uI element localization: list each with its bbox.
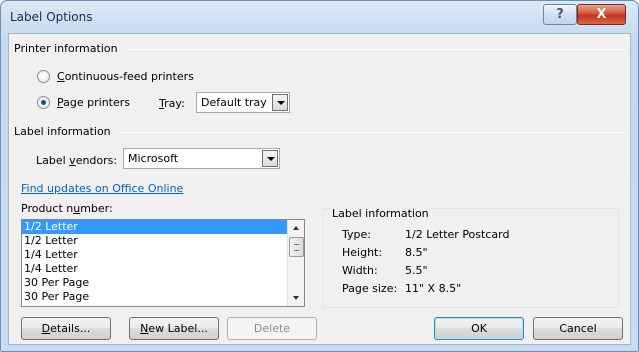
detail-value: 11" X 8.5" <box>405 282 462 295</box>
printer-information-divider <box>127 49 625 50</box>
title-bar[interactable]: Label Options ? X <box>1 1 638 31</box>
detail-key: Width: <box>342 264 378 277</box>
detail-row-height: Height: 8.5" <box>342 246 428 259</box>
printer-information-heading: Printer information <box>14 42 118 55</box>
page-printers-label: Page printers <box>57 96 130 109</box>
details-button[interactable]: Details... <box>21 317 111 340</box>
chevron-down-icon[interactable] <box>272 94 288 111</box>
list-item[interactable]: 1/2 Letter <box>22 220 287 234</box>
label-details-heading: Label information <box>330 207 431 220</box>
label-details-panel: Label information Type: 1/2 Letter Postca… <box>323 207 619 308</box>
find-updates-link[interactable]: Find updates on Office Online <box>21 182 183 195</box>
list-item[interactable]: 30 Per Page <box>22 290 287 304</box>
detail-value: 5.5" <box>405 264 428 277</box>
dialog-body: Printer information Continuous-feed prin… <box>8 33 631 345</box>
detail-key: Page size: <box>342 282 398 295</box>
dialog-title: Label Options <box>10 10 93 24</box>
tray-value: Default tray <box>201 96 267 109</box>
product-number-list[interactable]: 1/2 Letter 1/2 Letter 1/4 Letter 1/4 Let… <box>21 219 305 307</box>
label-options-dialog: Label Options ? X Printer information Co… <box>0 0 639 352</box>
scroll-up-arrow-icon[interactable] <box>289 221 304 236</box>
list-item[interactable]: 30 Per Page <box>22 276 287 290</box>
label-information-divider <box>121 132 625 133</box>
tray-label: Tray: <box>159 97 185 110</box>
list-item[interactable]: 1/4 Letter <box>22 262 287 276</box>
detail-key: Height: <box>342 246 383 259</box>
list-item[interactable]: 1/2 Letter <box>22 234 287 248</box>
detail-key: Type: <box>342 228 371 241</box>
label-vendors-label: Label vendors: <box>36 154 118 167</box>
detail-row-width: Width: 5.5" <box>342 264 428 277</box>
continuous-feed-radio-circle[interactable] <box>37 70 50 83</box>
help-button[interactable]: ? <box>543 4 577 25</box>
ok-button[interactable]: OK <box>434 317 524 340</box>
close-button[interactable]: X <box>577 4 626 25</box>
scroll-down-arrow-icon[interactable] <box>289 290 304 305</box>
chevron-down-icon[interactable] <box>262 150 278 167</box>
continuous-feed-label: Continuous-feed printers <box>57 70 194 83</box>
vertical-scrollbar[interactable] <box>287 220 304 306</box>
product-number-label: Product number: <box>21 202 113 215</box>
scrollbar-thumb[interactable] <box>289 237 304 257</box>
label-vendors-dropdown[interactable]: Microsoft <box>123 148 280 169</box>
delete-button[interactable]: Delete <box>227 317 317 340</box>
page-printers-radio-circle[interactable] <box>37 96 50 109</box>
new-label-button[interactable]: New Label... <box>129 317 219 340</box>
label-information-heading: Label information <box>14 125 111 138</box>
list-item[interactable]: 1/4 Letter <box>22 248 287 262</box>
detail-value: 1/2 Letter Postcard <box>405 228 510 241</box>
label-vendors-value: Microsoft <box>128 152 179 165</box>
tray-dropdown[interactable]: Default tray <box>196 92 290 113</box>
cancel-button[interactable]: Cancel <box>533 317 623 340</box>
close-icon: X <box>596 7 607 22</box>
help-icon: ? <box>556 7 564 22</box>
detail-value: 8.5" <box>405 246 428 259</box>
detail-row-page-size: Page size: 11" X 8.5" <box>342 282 461 295</box>
detail-row-type: Type: 1/2 Letter Postcard <box>342 228 509 241</box>
